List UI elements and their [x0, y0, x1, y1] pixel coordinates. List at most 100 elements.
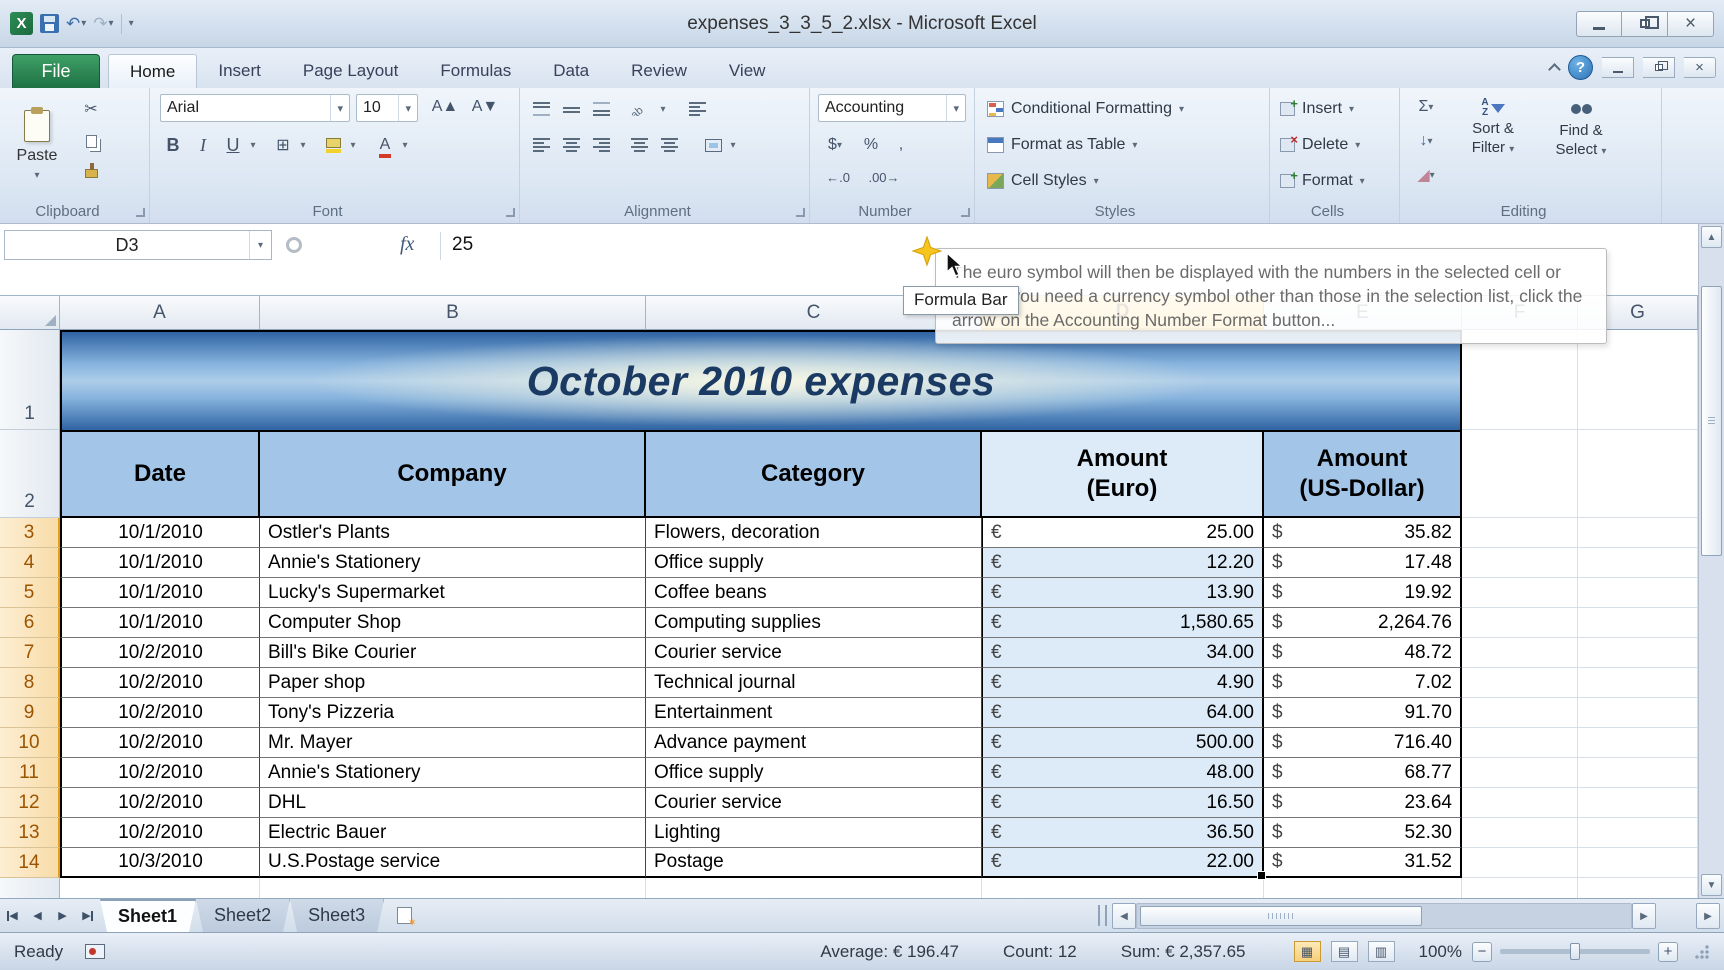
- cell-company[interactable]: Lucky's Supermarket: [260, 578, 646, 608]
- cell-empty-f[interactable]: [1462, 728, 1578, 758]
- scroll-down-button[interactable]: ▼: [1701, 874, 1722, 896]
- conditional-formatting-button[interactable]: Conditional Formatting ▾: [987, 94, 1184, 124]
- row-header[interactable]: 7: [0, 638, 60, 668]
- undo-button[interactable]: ↶ ▾: [66, 14, 86, 34]
- bold-button[interactable]: B: [160, 132, 186, 158]
- font-color-dropdown-icon[interactable]: ▾: [398, 132, 412, 158]
- cell-date[interactable]: 10/1/2010: [60, 578, 260, 608]
- cell-empty[interactable]: [260, 878, 646, 898]
- cell-empty-g[interactable]: [1578, 728, 1698, 758]
- cell-empty[interactable]: [1462, 878, 1578, 898]
- cell-amount-usd[interactable]: $ 7.02: [1264, 668, 1462, 698]
- cell-amount-euro[interactable]: € 25.00: [982, 518, 1264, 548]
- number-format-combo[interactable]: Accounting ▾: [818, 94, 966, 122]
- workbook-close-button[interactable]: ×: [1684, 57, 1716, 78]
- cell-date[interactable]: 10/2/2010: [60, 698, 260, 728]
- workbook-minimize-button[interactable]: [1602, 57, 1634, 78]
- tab-review[interactable]: Review: [610, 54, 708, 88]
- shrink-font-button[interactable]: A▼: [466, 94, 504, 120]
- delete-cells-button[interactable]: Delete▾: [1280, 130, 1360, 160]
- cell-empty[interactable]: [982, 878, 1264, 898]
- cell-amount-euro[interactable]: € 13.90: [982, 578, 1264, 608]
- increase-indent-button[interactable]: [656, 132, 682, 158]
- cell-company[interactable]: Tony's Pizzeria: [260, 698, 646, 728]
- sheet-tab-sheet2[interactable]: Sheet2: [196, 899, 290, 932]
- undo-dropdown-icon[interactable]: ▾: [81, 18, 86, 29]
- cell-empty[interactable]: [646, 878, 982, 898]
- column-header-a[interactable]: A: [60, 296, 260, 330]
- cell-empty-f[interactable]: [1462, 668, 1578, 698]
- font-size-combo[interactable]: 10 ▾: [356, 94, 418, 122]
- next-sheet-button[interactable]: ▶: [50, 899, 75, 932]
- row-header[interactable]: 14: [0, 848, 60, 878]
- cell-empty-f[interactable]: [1462, 330, 1578, 430]
- help-button[interactable]: ?: [1568, 55, 1593, 80]
- cell-amount-usd[interactable]: $ 2,264.76: [1264, 608, 1462, 638]
- tab-home[interactable]: Home: [108, 54, 198, 88]
- cell-date[interactable]: 10/2/2010: [60, 758, 260, 788]
- cell-empty-g[interactable]: [1578, 668, 1698, 698]
- cell-amount-usd[interactable]: $ 31.52: [1264, 848, 1462, 878]
- cell-empty-g[interactable]: [1578, 518, 1698, 548]
- cell-empty-g[interactable]: [1578, 848, 1698, 878]
- first-sheet-button[interactable]: ◀: [0, 899, 25, 932]
- cell-empty-g[interactable]: [1578, 578, 1698, 608]
- row-header[interactable]: 3: [0, 518, 60, 548]
- cell-category[interactable]: Entertainment: [646, 698, 982, 728]
- row-header-1[interactable]: 1: [0, 330, 60, 430]
- header-amount-usd[interactable]: Amount (US-Dollar): [1264, 430, 1462, 518]
- sheet-tab-sheet3[interactable]: Sheet3: [290, 899, 384, 932]
- align-bottom-button[interactable]: [588, 96, 614, 122]
- header-company[interactable]: Company: [260, 430, 646, 518]
- scroll-left-button[interactable]: ◀: [1112, 903, 1136, 929]
- cell-empty-f[interactable]: [1462, 698, 1578, 728]
- header-date[interactable]: Date: [60, 430, 260, 518]
- cell-empty-f[interactable]: [1462, 548, 1578, 578]
- cell-company[interactable]: Annie's Stationery: [260, 548, 646, 578]
- cell-styles-button[interactable]: Cell Styles ▾: [987, 166, 1099, 196]
- align-left-button[interactable]: [528, 132, 554, 158]
- fill-button[interactable]: ↓ ▾: [1406, 128, 1446, 154]
- vertical-scrollbar[interactable]: ▲ ▼: [1698, 224, 1724, 898]
- comma-style-button[interactable]: ,: [888, 132, 914, 158]
- fill-color-dropdown-icon[interactable]: ▾: [346, 132, 360, 158]
- column-header-b[interactable]: B: [260, 296, 646, 330]
- cell-company[interactable]: Paper shop: [260, 668, 646, 698]
- scroll-right-edge-button[interactable]: ▶: [1696, 903, 1720, 929]
- cell-company[interactable]: Computer Shop: [260, 608, 646, 638]
- horizontal-scroll-thumb[interactable]: [1140, 906, 1422, 926]
- name-box[interactable]: D3 ▾: [4, 230, 272, 260]
- cell-amount-euro[interactable]: € 12.20: [982, 548, 1264, 578]
- underline-dropdown-icon[interactable]: ▾: [246, 132, 260, 158]
- chevron-down-icon[interactable]: ▾: [946, 95, 959, 121]
- name-box-dropdown-icon[interactable]: ▾: [249, 231, 271, 259]
- cell-date[interactable]: 10/2/2010: [60, 668, 260, 698]
- cell-empty-f[interactable]: [1462, 608, 1578, 638]
- decrease-decimal-button[interactable]: .00→: [864, 164, 904, 190]
- italic-button[interactable]: I: [190, 132, 216, 158]
- tab-view[interactable]: View: [708, 54, 787, 88]
- cell-amount-euro[interactable]: € 64.00: [982, 698, 1264, 728]
- close-button[interactable]: ×: [1668, 10, 1714, 37]
- merge-center-button[interactable]: [700, 132, 726, 158]
- cell-category[interactable]: Coffee beans: [646, 578, 982, 608]
- redo-dropdown-icon[interactable]: ▾: [109, 18, 114, 29]
- cell-company[interactable]: Bill's Bike Courier: [260, 638, 646, 668]
- cell-empty-f[interactable]: [1462, 518, 1578, 548]
- cell-amount-usd[interactable]: $ 91.70: [1264, 698, 1462, 728]
- align-center-button[interactable]: [558, 132, 584, 158]
- cell-category[interactable]: Office supply: [646, 758, 982, 788]
- fill-color-button[interactable]: [320, 132, 346, 158]
- cell-amount-euro[interactable]: € 1,580.65: [982, 608, 1264, 638]
- underline-button[interactable]: U: [220, 132, 246, 158]
- zoom-slider-track[interactable]: [1500, 943, 1650, 960]
- tab-insert[interactable]: Insert: [197, 54, 282, 88]
- scroll-up-button[interactable]: ▲: [1701, 226, 1722, 248]
- cell-category[interactable]: Technical journal: [646, 668, 982, 698]
- cell-category[interactable]: Advance payment: [646, 728, 982, 758]
- cell-company[interactable]: Ostler's Plants: [260, 518, 646, 548]
- zoom-slider-thumb[interactable]: [1570, 943, 1580, 960]
- zoom-in-button[interactable]: +: [1658, 941, 1678, 962]
- cell-empty-f[interactable]: [1462, 848, 1578, 878]
- cell-category[interactable]: Flowers, decoration: [646, 518, 982, 548]
